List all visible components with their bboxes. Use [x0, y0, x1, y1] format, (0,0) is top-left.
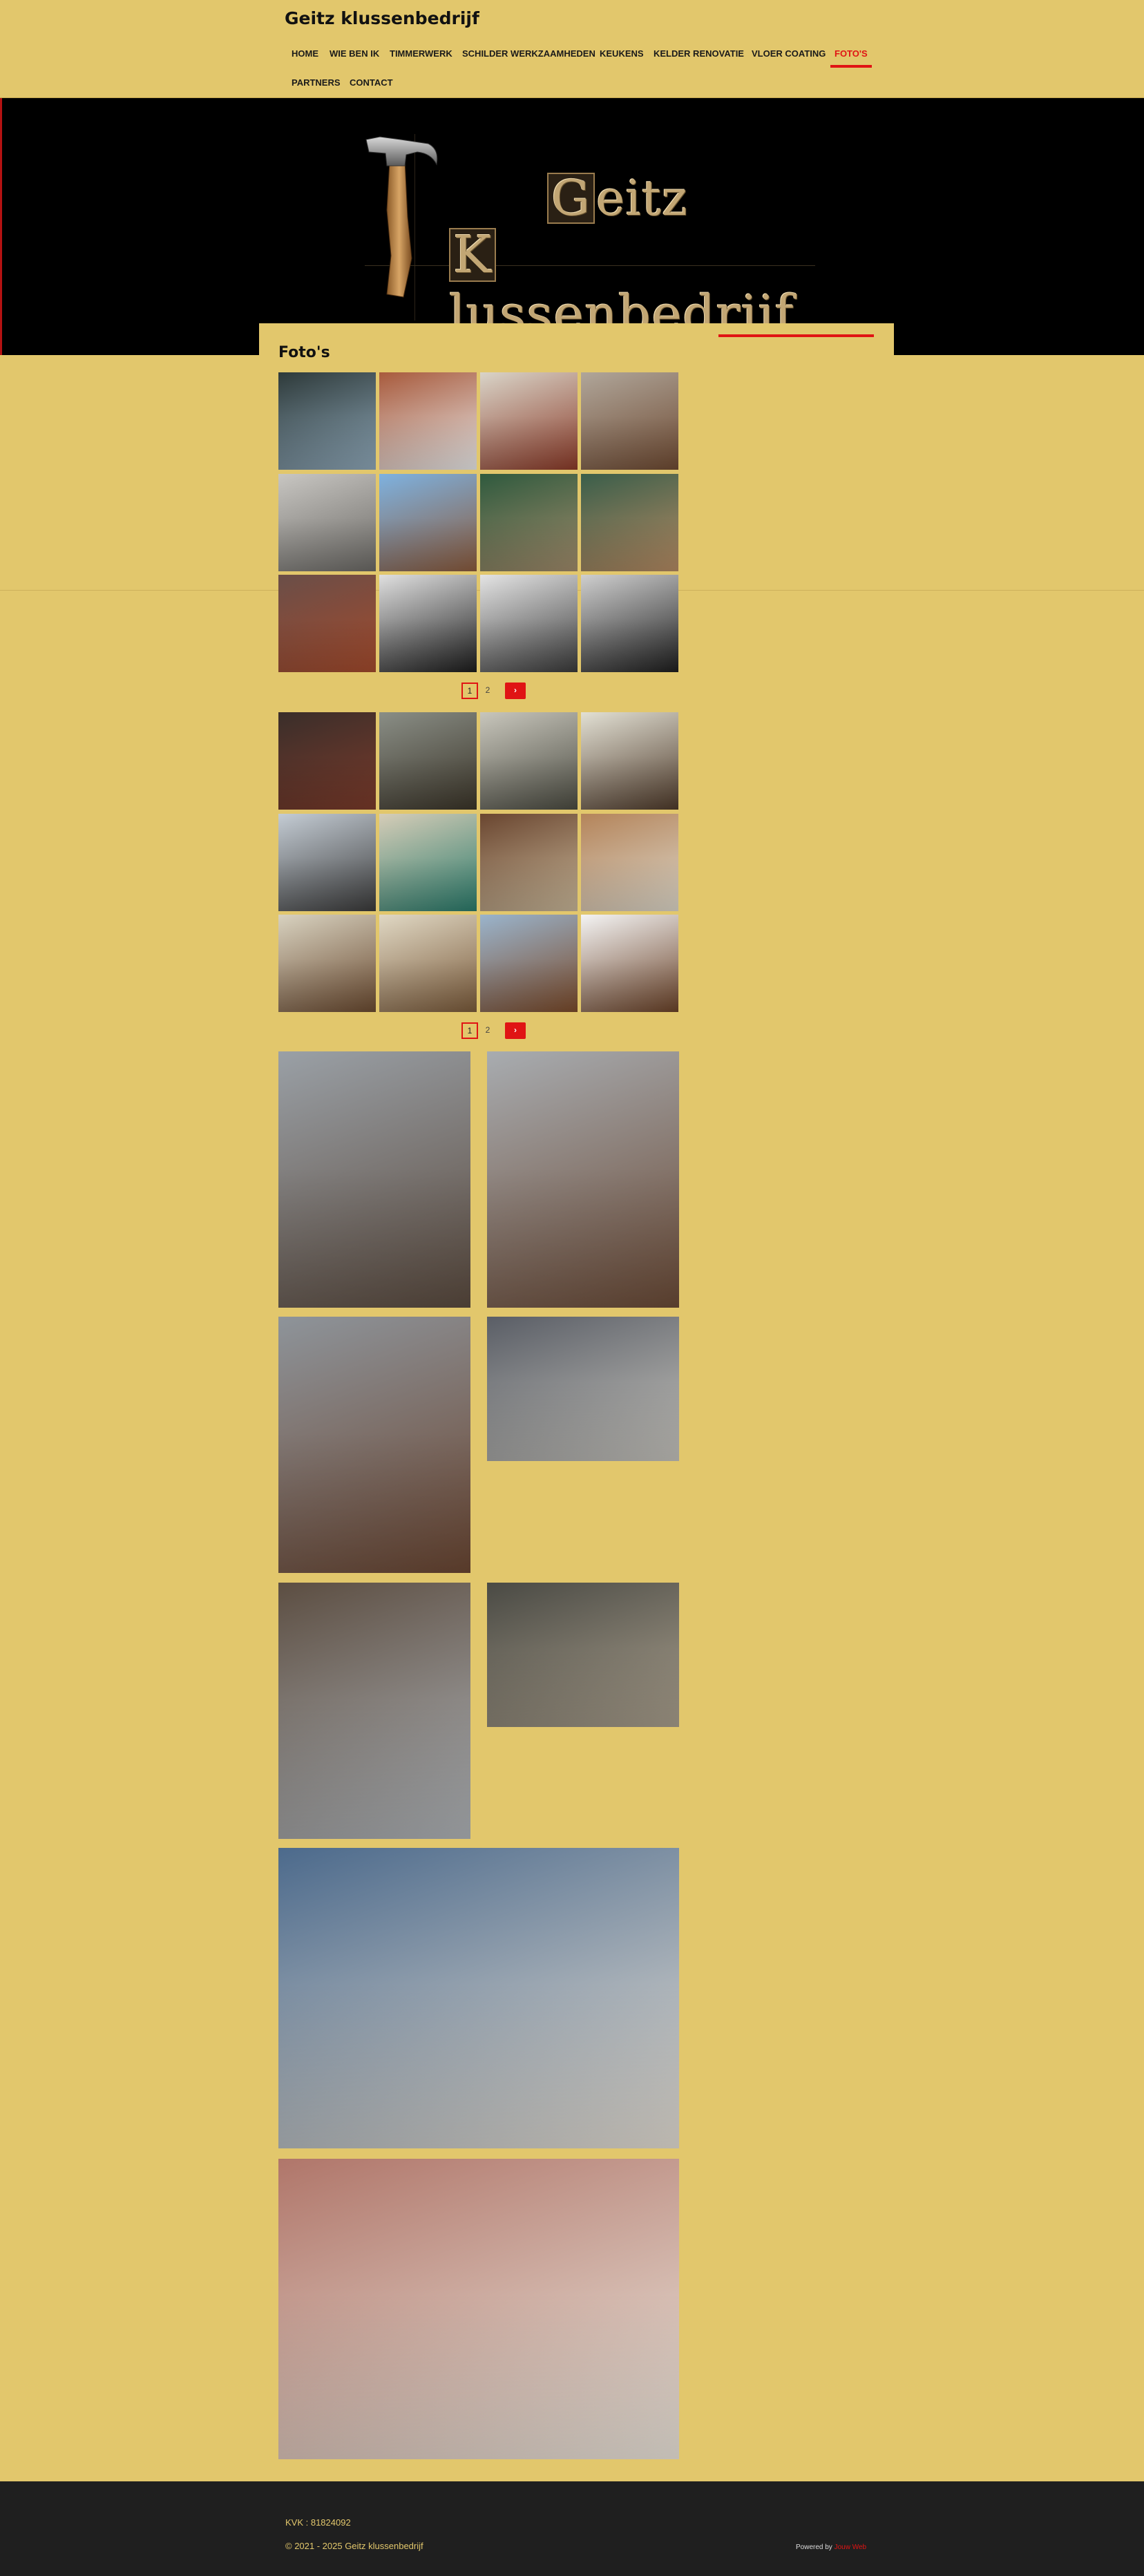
large-photo[interactable] [278, 1848, 679, 2148]
hammer-icon [365, 136, 438, 298]
footer-powered-prefix: Powered by [796, 2544, 835, 2551]
large-photo[interactable] [278, 1583, 470, 1839]
logo-initial-g: G [547, 173, 595, 224]
gallery-photo[interactable] [480, 372, 578, 470]
gallery-photo[interactable] [581, 575, 678, 672]
gallery-photo[interactable] [379, 575, 477, 672]
nav-item-vloer-coating[interactable]: VLOER COATING [752, 41, 826, 66]
content-header-bar [259, 323, 894, 362]
gallery-photo[interactable] [480, 474, 578, 571]
large-photo[interactable] [278, 2159, 679, 2459]
nav-item-contact[interactable]: CONTACT [350, 70, 393, 95]
gallery-photo[interactable] [581, 915, 678, 1012]
pager-page-2[interactable]: 2 [479, 1022, 496, 1039]
footer: KVK : 81824092 © 2021 - 2025 Geitz kluss… [0, 2481, 1144, 2576]
gallery-photo[interactable] [379, 814, 477, 911]
gallery-photo[interactable] [278, 372, 376, 470]
banner-accent-line [0, 98, 2, 355]
nav-item-timmerwerk[interactable]: TIMMERWERK [390, 41, 452, 66]
footer-copyright: © 2021 - 2025 Geitz klussenbedrijf [285, 2541, 423, 2551]
gallery-photo[interactable] [379, 474, 477, 571]
gallery-photo[interactable] [480, 575, 578, 672]
gallery-photo[interactable] [379, 372, 477, 470]
large-photo[interactable] [278, 1051, 470, 1308]
company-logo: Geitz Klussenbedrijf [359, 134, 815, 344]
site-title[interactable]: Geitz klussenbedrijf [285, 8, 479, 28]
gallery-photo[interactable] [278, 575, 376, 672]
gallery-photo[interactable] [480, 814, 578, 911]
pager-next-button[interactable]: › [505, 683, 526, 699]
nav-item-fotos[interactable]: FOTO'S [830, 41, 872, 68]
large-photo[interactable] [487, 1051, 679, 1308]
gallery-photo[interactable] [278, 915, 376, 1012]
gallery-photo[interactable] [480, 712, 578, 810]
pager-next-button[interactable]: › [505, 1022, 526, 1039]
pager-page-1[interactable]: 1 [461, 683, 478, 699]
nav-item-partners[interactable]: PARTNERS [292, 70, 341, 95]
gallery-photo[interactable] [278, 814, 376, 911]
gallery-photo[interactable] [581, 814, 678, 911]
large-photo[interactable] [487, 1317, 679, 1461]
gallery-photo[interactable] [379, 712, 477, 810]
nav-item-home[interactable]: HOME [292, 41, 318, 66]
logo-line-1-text: eitz [595, 170, 688, 227]
gallery-photo[interactable] [278, 712, 376, 810]
nav-item-schilder-werkzaamheden[interactable]: SCHILDER WERKZAAMHEDEN [462, 41, 595, 66]
logo-line-1: Geitz [547, 170, 688, 227]
header-banner: Geitz Klussenbedrijf [0, 98, 1144, 355]
logo-initial-k: K [449, 228, 497, 282]
page-title: Foto's [278, 344, 330, 361]
nav-item-wie-ben-ik[interactable]: WIE BEN IK [330, 41, 379, 66]
footer-powered-by: Powered by Jouw Web [796, 2544, 866, 2551]
pager-page-2[interactable]: 2 [479, 683, 496, 699]
gallery-photo[interactable] [379, 915, 477, 1012]
gallery-photo[interactable] [581, 372, 678, 470]
large-photo[interactable] [487, 1583, 679, 1727]
footer-kvk: KVK : 81824092 [285, 2517, 351, 2528]
footer-powered-link[interactable]: Jouw Web [835, 2544, 867, 2551]
content-accent-line [718, 334, 874, 337]
gallery-photo[interactable] [581, 712, 678, 810]
nav-item-keukens[interactable]: KEUKENS [600, 41, 644, 66]
gallery-photo[interactable] [278, 474, 376, 571]
large-photo[interactable] [278, 1317, 470, 1573]
gallery-photo[interactable] [581, 474, 678, 571]
pager-page-1[interactable]: 1 [461, 1022, 478, 1039]
nav-item-kelder-renovatie[interactable]: KELDER RENOVATIE [654, 41, 744, 66]
gallery-photo[interactable] [480, 915, 578, 1012]
